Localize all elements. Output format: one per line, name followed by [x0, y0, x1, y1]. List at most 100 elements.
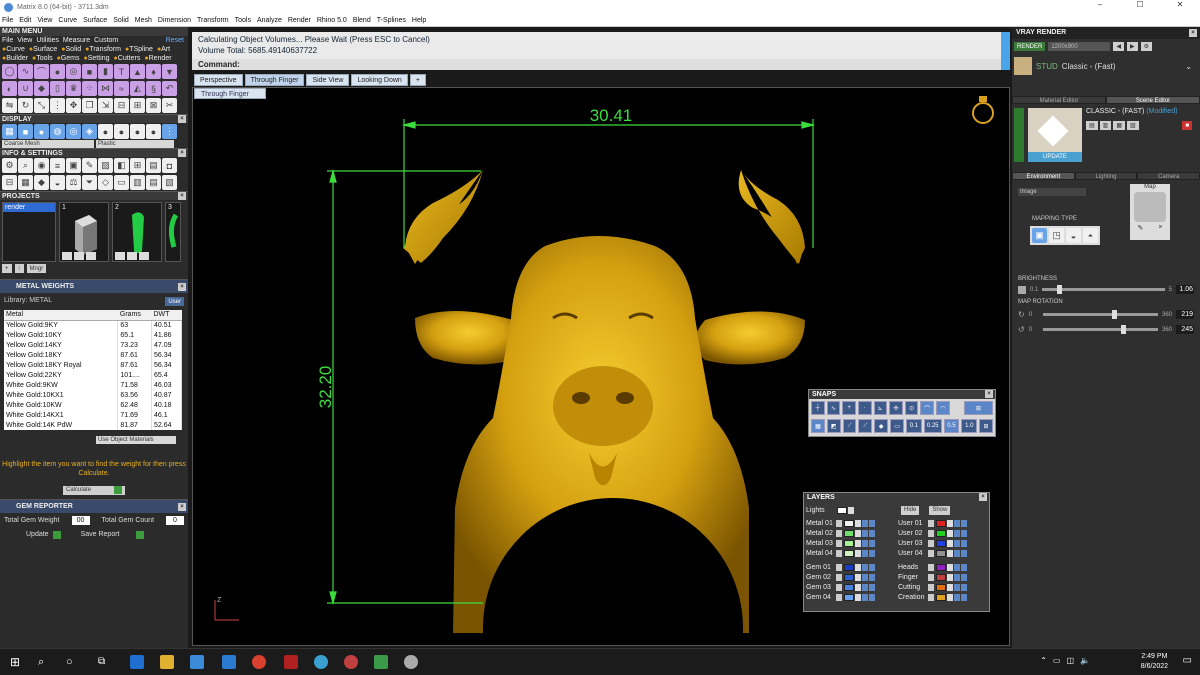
windows-start-icon[interactable]: ⊞: [10, 655, 24, 669]
layer-arrow-icon[interactable]: [928, 573, 934, 581]
array-tool-icon[interactable]: ⋮: [50, 98, 65, 113]
minimize-button[interactable]: –: [1080, 0, 1120, 9]
group-tool-icon[interactable]: ⊞: [130, 98, 145, 113]
ring-tool-icon[interactable]: ◎: [66, 64, 81, 79]
layer-select-icon[interactable]: [869, 539, 875, 547]
layer-color-swatch[interactable]: [936, 583, 946, 591]
ghosted-view-icon[interactable]: ◍: [50, 124, 65, 139]
projects-close-icon[interactable]: ×: [178, 192, 186, 200]
box-info-icon[interactable]: ▣: [66, 158, 81, 173]
weight-icon[interactable]: ⚖: [66, 175, 81, 190]
drawer-icon[interactable]: ▥: [130, 175, 145, 190]
snap-grid-on-icon[interactable]: ▦: [811, 419, 825, 433]
layer-arrow-icon[interactable]: [836, 573, 842, 581]
menu-dimension[interactable]: Dimension: [158, 17, 191, 24]
metal-ball-icon[interactable]: ●: [98, 124, 113, 139]
layer-select-icon[interactable]: [869, 529, 875, 537]
scene-copy-icon[interactable]: ▦: [1113, 121, 1126, 130]
layer-select-icon[interactable]: [961, 549, 967, 557]
layer-color-swatch[interactable]: [936, 519, 946, 527]
manager-button[interactable]: Mngr: [26, 264, 47, 273]
layer-select-icon[interactable]: [961, 539, 967, 547]
table-row[interactable]: White Gold:10KX1 63.56 40.87: [4, 390, 183, 400]
table-row[interactable]: Yellow Gold:14KY 73.23 47.09: [4, 340, 183, 350]
archive-icon[interactable]: ▧: [162, 175, 177, 190]
scale-tool-icon[interactable]: ⤡: [34, 98, 49, 113]
layer-lock-icon[interactable]: [947, 583, 953, 591]
layer-lock-icon[interactable]: [855, 529, 861, 537]
import-project-button[interactable]: ↑: [14, 264, 24, 273]
layer-visibility-icon[interactable]: [862, 583, 868, 591]
layer-row[interactable]: Creation: [896, 592, 988, 602]
main-menu-tspline[interactable]: ●TSpline: [125, 45, 153, 54]
mapping-planar-icon[interactable]: ▣: [1032, 228, 1047, 243]
layer-lock-icon[interactable]: [855, 573, 861, 581]
layer-row[interactable]: User 04: [896, 548, 988, 558]
camera-tab[interactable]: Camera: [1137, 172, 1200, 180]
layer-visibility-icon[interactable]: [954, 563, 960, 571]
environment-type-dropdown[interactable]: Image: [1018, 188, 1086, 196]
layer-select-icon[interactable]: [961, 519, 967, 527]
layer-select-icon[interactable]: [961, 573, 967, 581]
shank-tool-icon[interactable]: ∪: [18, 81, 33, 96]
scene-paste-icon[interactable]: ▧: [1127, 121, 1139, 130]
main-menu-art[interactable]: ●Art: [157, 45, 170, 54]
viewport-tab-looking-down[interactable]: Looking Down: [351, 74, 408, 86]
layer-lock-icon[interactable]: [947, 529, 953, 537]
status-scrollbar[interactable]: [1001, 32, 1010, 59]
menu-mesh[interactable]: Mesh: [135, 17, 152, 24]
mapping-sphere-icon[interactable]: ◒: [1066, 228, 1081, 243]
align-tool-icon[interactable]: ⊟: [114, 98, 129, 113]
arc-tool-icon[interactable]: ⌒: [34, 64, 49, 79]
layer-color-swatch[interactable]: [936, 539, 946, 547]
layer-arrow-icon[interactable]: [836, 539, 842, 547]
main-menu-cutters[interactable]: ●Cutters: [114, 54, 141, 63]
layer-select-icon[interactable]: [961, 593, 967, 601]
layer-lock-icon[interactable]: [947, 539, 953, 547]
pave-tool-icon[interactable]: ⁘: [82, 81, 97, 96]
rotation-vertical-slider[interactable]: [1042, 325, 1158, 334]
cube-stack-icon[interactable]: ▦: [18, 175, 33, 190]
menu-tools[interactable]: Tools: [235, 17, 251, 24]
scene-save-icon[interactable]: ▤: [1086, 121, 1098, 130]
layer-arrow-icon[interactable]: [928, 529, 934, 537]
main-menu-transform[interactable]: ●Transform: [85, 45, 121, 54]
menu-file[interactable]: File: [2, 17, 13, 24]
layer-visibility-icon[interactable]: [954, 549, 960, 557]
metal-weights-close-icon[interactable]: ×: [178, 283, 186, 291]
layer-lock-icon[interactable]: [855, 519, 861, 527]
gem-info-icon[interactable]: ◆: [34, 175, 49, 190]
flow-tool-icon[interactable]: ≈: [114, 81, 129, 96]
layer-lock-icon[interactable]: [947, 519, 953, 527]
grid-icon[interactable]: ⊞: [130, 158, 145, 173]
bezel-tool-icon[interactable]: ◐: [2, 81, 17, 96]
layer-row[interactable]: User 03: [896, 538, 988, 548]
layer-row[interactable]: Gem 01: [804, 562, 896, 572]
menu-solid[interactable]: Solid: [113, 17, 129, 24]
layer-arrow-icon[interactable]: [836, 583, 842, 591]
palette-icon[interactable]: ◧: [114, 158, 129, 173]
snap-disable-icon[interactable]: ▭: [890, 419, 904, 433]
layer-color-swatch[interactable]: [936, 573, 946, 581]
active-viewport-dropdown[interactable]: Through Finger: [194, 88, 266, 99]
library-user-toggle[interactable]: User: [165, 297, 184, 306]
ring-orientation-icon[interactable]: [972, 96, 994, 124]
xray-view-icon[interactable]: ◎: [66, 124, 81, 139]
layer-select-icon[interactable]: [961, 563, 967, 571]
store-icon[interactable]: [190, 655, 204, 669]
lighting-tab[interactable]: Lighting: [1074, 172, 1138, 180]
menu-view[interactable]: View: [37, 17, 52, 24]
cylinder-tool-icon[interactable]: ▯: [50, 81, 65, 96]
layer-color-swatch[interactable]: [844, 563, 854, 571]
image-icon[interactable]: ▨: [98, 158, 113, 173]
text-tool-icon[interactable]: T: [114, 64, 129, 79]
mirror-tool-icon[interactable]: ⇋: [2, 98, 17, 113]
render-button[interactable]: RENDER: [1014, 42, 1046, 51]
layer-arrow-icon[interactable]: [836, 529, 842, 537]
map-edit-icon[interactable]: ✎: [1138, 224, 1144, 232]
info-globe-icon[interactable]: ◉: [34, 158, 49, 173]
project-thumb-3[interactable]: 3: [165, 202, 181, 262]
sphere-tool-icon[interactable]: ●: [50, 64, 65, 79]
cube-tool-icon[interactable]: ■: [82, 64, 97, 79]
window-layout-icon[interactable]: ⊟: [2, 175, 17, 190]
